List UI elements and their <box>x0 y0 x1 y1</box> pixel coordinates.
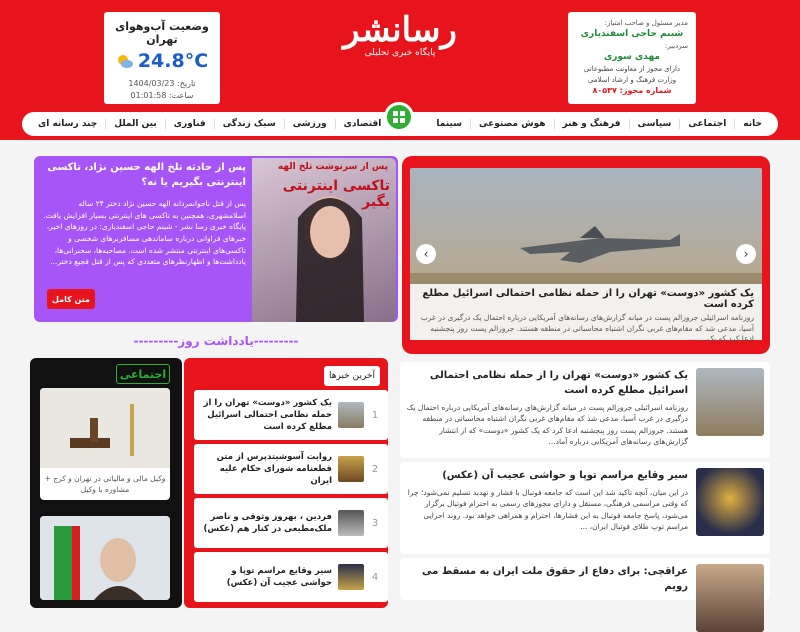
license-info: مدیر مسئول و صاحب امتیاز: شبنم حاجی اسفن… <box>568 12 696 104</box>
weather-date: تاریخ: 1404/03/23 <box>128 79 196 88</box>
news-rank: 1 <box>371 409 379 421</box>
social-section-tag[interactable]: اجتماعی <box>116 364 170 384</box>
nav-item-home[interactable]: خانه <box>734 119 770 129</box>
feature-description: پس از قتل ناجوانمردانه الهه حسین نژاد دخ… <box>43 199 246 267</box>
news-thumbnail <box>696 468 764 536</box>
news-thumbnail <box>338 510 364 536</box>
nav-item-ai[interactable]: هوش مصنوعی <box>470 119 553 129</box>
feature-photo-kicker: پس از سرنوشت تلخ الهه <box>277 162 388 172</box>
partly-cloudy-icon <box>117 55 133 68</box>
main-news-title[interactable]: سیر وقایع مراسم توپا و حواشی عجیب آن (عک… <box>406 468 688 483</box>
feature-title[interactable]: پس از حادثه تلخ الهه حسین نژاد، تاکسی ای… <box>40 160 246 190</box>
weather-temp-row: 24.8°C <box>104 50 220 72</box>
latest-news-item[interactable]: 4 سیر وقایع مراسم توپا و حواشی عجیب آن (… <box>194 552 388 602</box>
nav-item-cinema[interactable]: سینما <box>428 119 470 129</box>
social-card-caption: وکیل مالی و مالیاتی در تهران و کرج + مشا… <box>44 474 166 494</box>
nav-item-international[interactable]: بین الملل <box>105 119 165 129</box>
news-thumbnail <box>696 368 764 436</box>
slider-caption[interactable]: یک کشور «دوست» تهران را از حمله نظامی اح… <box>410 284 762 343</box>
editor-name: مهدی سوری <box>603 52 661 63</box>
main-news-item[interactable]: سیر وقایع مراسم توپا و حواشی عجیب آن (عک… <box>400 462 770 554</box>
license-number: شماره مجوز: ۸۰۵۳۷ <box>592 85 672 95</box>
main-news-title[interactable]: یک کشور «دوست» تهران را از حمله نظامی اح… <box>406 368 688 398</box>
main-news-item[interactable]: یک کشور «دوست» تهران را از حمله نظامی اح… <box>400 362 770 458</box>
nav-home-button[interactable] <box>384 102 414 132</box>
weather-temperature: 24.8°C <box>137 50 209 72</box>
site-logo[interactable]: رسانشر پایگاه خبری تحلیلی <box>325 10 475 90</box>
chevron-left-icon: ‹ <box>423 247 429 261</box>
nav-item-politics[interactable]: سیاسی <box>628 119 680 129</box>
logo-wordmark: رسانشر <box>343 10 458 50</box>
news-title[interactable]: سیر وقایع مراسم توپا و حواشی عجیب آن (عک… <box>202 565 332 590</box>
weather-title: وضعیت آب‌وهوای تهران <box>115 20 209 46</box>
news-thumbnail <box>338 564 364 590</box>
main-news-item[interactable]: عراقچی: برای دفاع از حقوق ملت ایران به م… <box>400 558 770 632</box>
memo-section-title: ---------یادداشت روز--------- <box>133 334 299 348</box>
nav-item-tech[interactable]: فناوری <box>164 119 214 129</box>
slider-next-button[interactable]: › <box>736 244 756 264</box>
read-more-button[interactable]: متن کامل <box>47 289 95 309</box>
latest-news-item[interactable]: 1 یک کشور «دوست» تهران را از حمله نظامی … <box>194 390 388 440</box>
news-thumbnail <box>696 564 764 632</box>
nav-item-lifestyle[interactable]: سبک زندگی <box>213 119 284 129</box>
news-rank: 4 <box>371 571 379 583</box>
main-news-description: در این میان، آنچه تاکید شد این است که جا… <box>407 488 688 531</box>
news-title[interactable]: فردین ، بهروز وثوقی و ناصر ملک‌مطیعی در … <box>202 511 332 536</box>
license-text: دارای مجوز از معاونت مطبوعاتی وزارت فرهن… <box>583 65 681 84</box>
editor-label: سردبیر: <box>664 42 688 51</box>
weather-time: ساعت: 01:01:58 <box>130 91 194 100</box>
nav-item-sports[interactable]: ورزشی <box>283 119 335 129</box>
main-news-title[interactable]: عراقچی: برای دفاع از حقوق ملت ایران به م… <box>406 564 688 594</box>
news-title[interactable]: روایت آسوشیتدپرس از متن قطعنامه شورای حک… <box>202 451 332 488</box>
weather-widget: وضعیت آب‌وهوای تهران 24.8°C تاریخ: 1404/… <box>104 12 220 104</box>
nav-item-social[interactable]: اجتماعی <box>679 119 734 129</box>
feature-photo-caption: تاکسی اینترنتی بگیر <box>282 178 390 210</box>
slider-title[interactable]: یک کشور «دوست» تهران را از حمله نظامی اح… <box>418 288 754 310</box>
feature-image[interactable]: پس از سرنوشت تلخ الهه تاکسی اینترنتی بگی… <box>252 158 396 322</box>
nav-item-culture[interactable]: فرهنگ و هنر <box>553 119 629 129</box>
latest-news-item[interactable]: 2 روایت آسوشیتدپرس از متن قطعنامه شورای … <box>194 444 388 494</box>
slider-prev-button[interactable]: ‹ <box>416 244 436 264</box>
news-rank: 3 <box>371 517 379 529</box>
owner-label: مدیر مسئول و صاحب امتیاز: <box>604 19 688 27</box>
news-thumbnail <box>338 456 364 482</box>
social-card[interactable]: وکیل مالی و مالیاتی در تهران و کرج + مشا… <box>40 388 170 500</box>
owner-name: شبنم حاجی اسفندیاری <box>580 29 684 40</box>
news-thumbnail <box>338 402 364 428</box>
nav-item-multimedia[interactable]: چند رسانه ای <box>30 119 105 129</box>
official-portrait-image <box>40 516 170 600</box>
latest-news-item[interactable]: 3 فردین ، بهروز وثوقی و ناصر ملک‌مطیعی د… <box>194 498 388 548</box>
latest-news-tab[interactable]: آخرین خبرها <box>324 366 380 386</box>
news-title[interactable]: یک کشور «دوست» تهران را از حمله نظامی اح… <box>202 397 332 434</box>
main-news-description: روزنامه اسرائیلی جروزالم پست در میانه گز… <box>406 403 688 446</box>
gavel-image <box>40 388 170 468</box>
nav-item-economy[interactable]: اقتصادی <box>334 119 390 129</box>
social-card[interactable] <box>40 516 170 600</box>
slider-description: روزنامه اسرائیلی جروزالم پست در میانه گز… <box>420 313 754 343</box>
grid-icon <box>393 111 405 123</box>
news-rank: 2 <box>371 463 379 475</box>
chevron-right-icon: › <box>743 247 749 261</box>
